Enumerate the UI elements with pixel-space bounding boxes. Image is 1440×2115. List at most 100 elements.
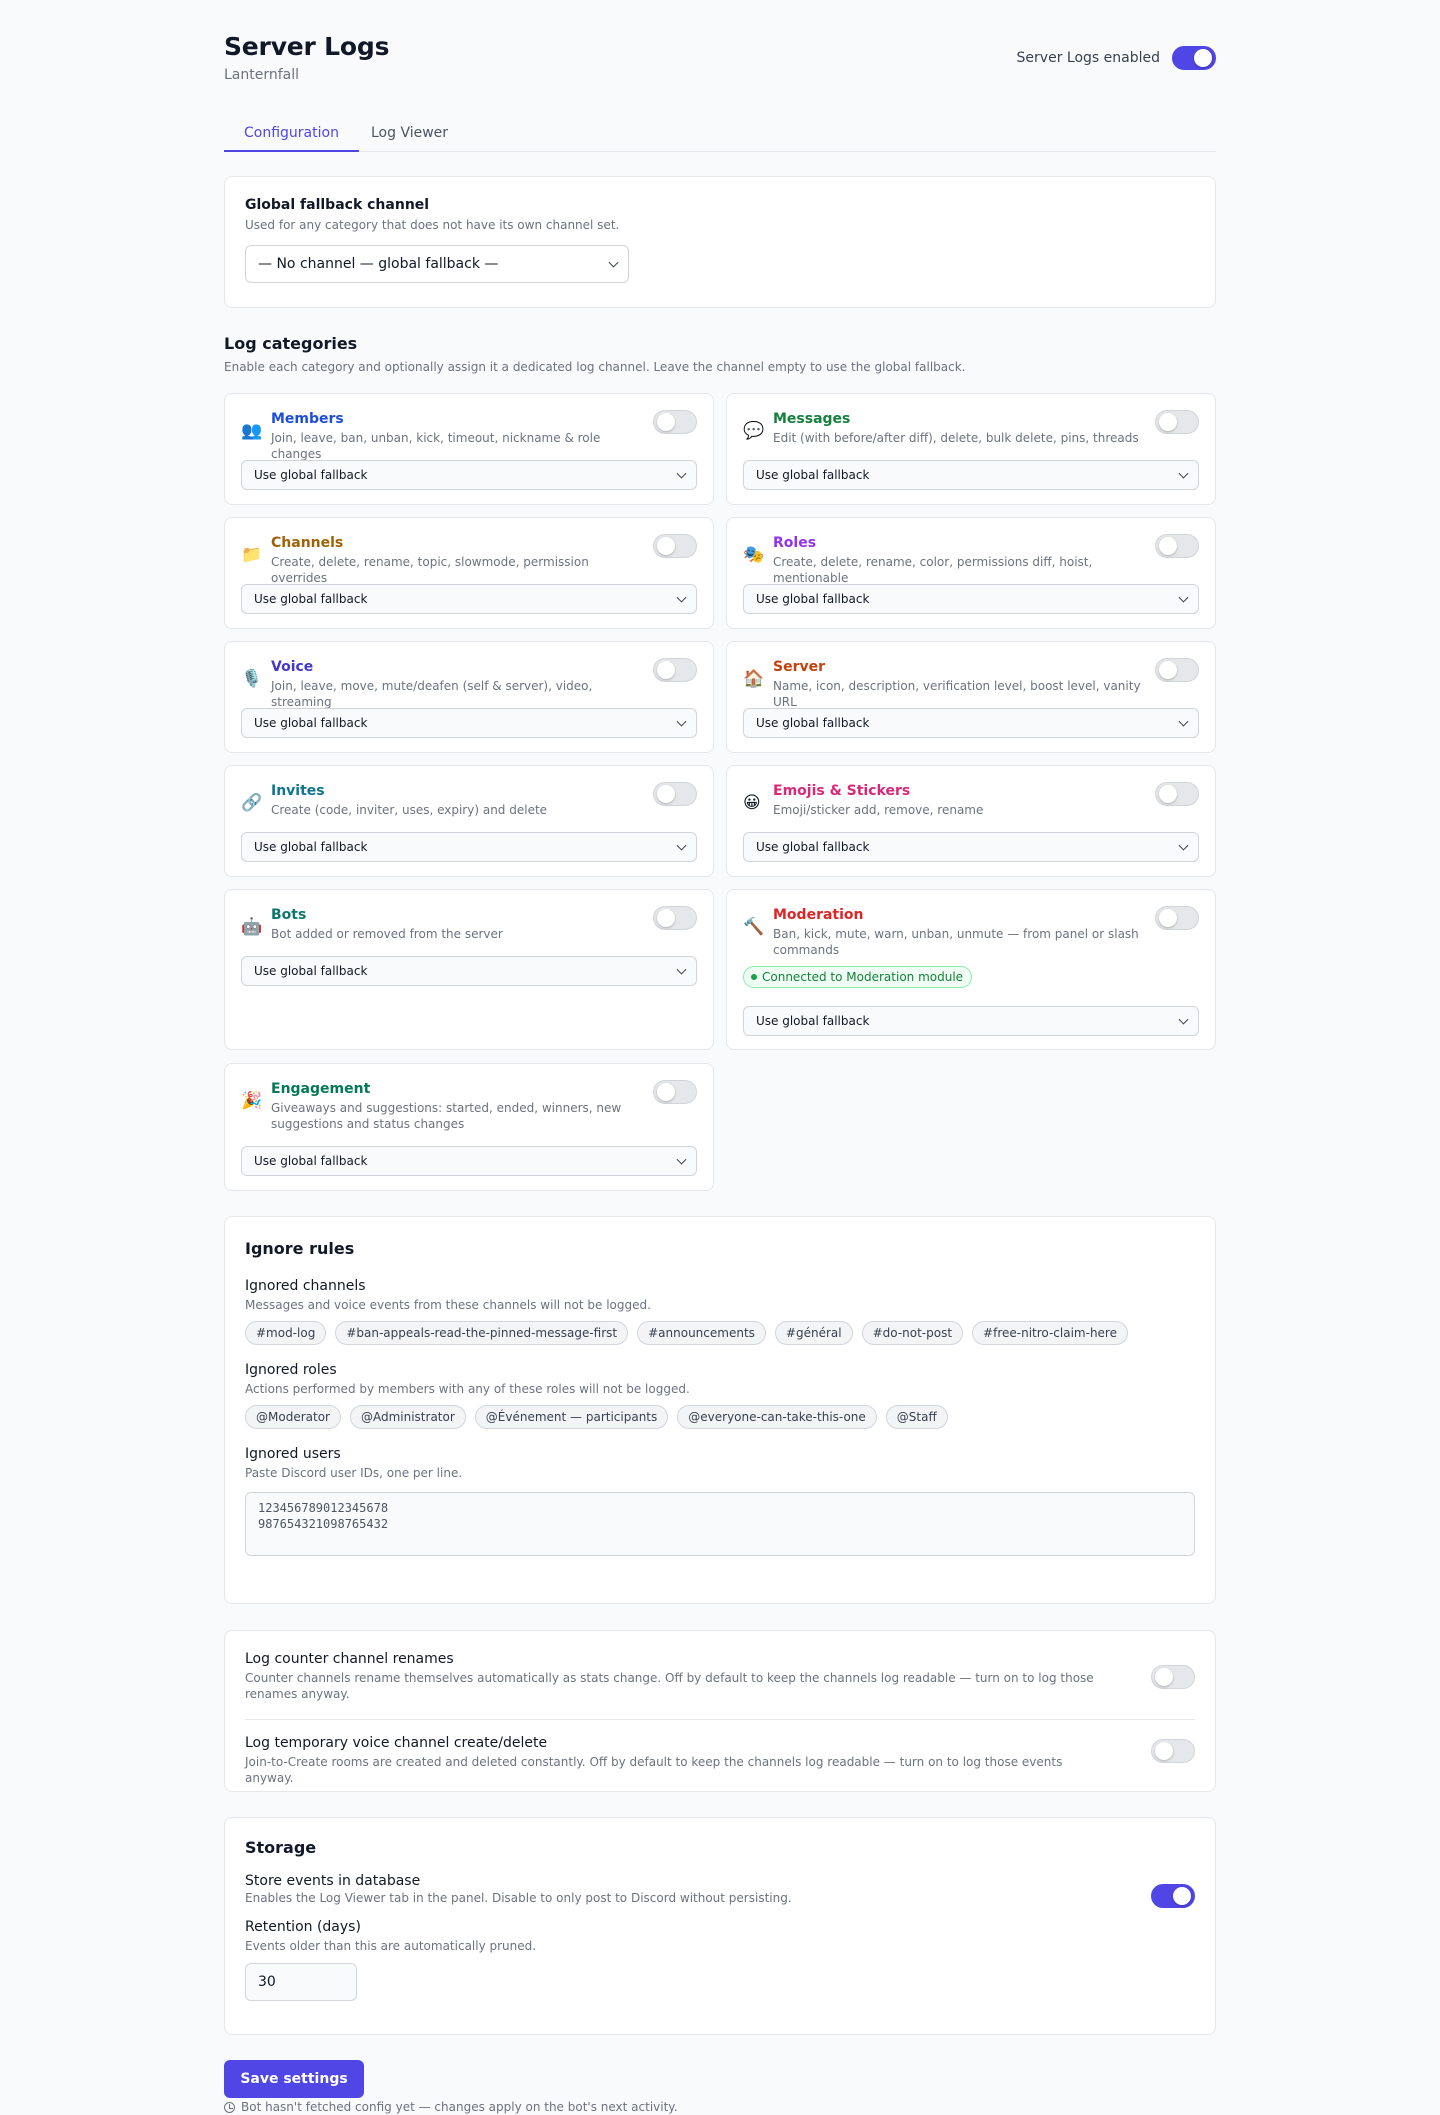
counter-renames-toggle[interactable] <box>1151 1665 1195 1689</box>
category-card-engagement: 🎉 Engagement Giveaways and suggestions: st… <box>224 1063 714 1191</box>
chevron-down-icon <box>676 592 687 603</box>
category-channel-value: Use global fallback <box>254 964 368 978</box>
category-channel-select-engagement[interactable]: Use global fallback <box>241 1146 697 1176</box>
store-events-title: Store events in database <box>245 1873 421 1889</box>
extra-options-card: Log counter channel renames Counter chan… <box>224 1630 1216 1792</box>
category-description: Emoji/sticker add, remove, rename <box>773 803 984 817</box>
category-channel-value: Use global fallback <box>254 592 368 606</box>
moderation-connected-badge: Connected to Moderation module <box>743 966 973 988</box>
ignored-role-chip[interactable]: @Moderator <box>245 1405 341 1429</box>
ignored-role-chip[interactable]: @Événement — participants <box>474 1405 669 1429</box>
category-channel-select-voice[interactable]: Use global fallback <box>241 708 697 738</box>
ignored-channels-title: Ignored channels <box>245 1278 366 1294</box>
category-toggle-invites[interactable] <box>653 782 697 806</box>
category-icon: 🎭 <box>743 545 765 565</box>
category-channel-value: Use global fallback <box>756 468 870 482</box>
ignored-channel-chip[interactable]: #free-nitro-claim-here <box>972 1321 1128 1345</box>
ignored-channel-chip[interactable]: #do-not-post <box>861 1321 964 1345</box>
store-events-toggle[interactable] <box>1151 1884 1195 1908</box>
ignored-channel-chip[interactable]: #général <box>774 1321 853 1345</box>
category-channel-select-channels[interactable]: Use global fallback <box>241 584 697 614</box>
category-channel-select-invites[interactable]: Use global fallback <box>241 832 697 862</box>
chevron-down-icon <box>676 1154 687 1165</box>
ignored-channel-chip[interactable]: #announcements <box>637 1321 766 1345</box>
category-channel-select-bots[interactable]: Use global fallback <box>241 956 697 986</box>
ignored-users-textarea[interactable]: 123456789012345678 987654321098765432 <box>245 1492 1195 1556</box>
ignored-users-description: Paste Discord user IDs, one per line. <box>245 1466 463 1480</box>
retention-description: Events older than this are automatically… <box>245 1939 537 1953</box>
category-toggle-server[interactable] <box>1155 658 1199 682</box>
page-title: Server Logs <box>224 32 390 61</box>
category-icon: 📁 <box>241 545 263 565</box>
ignore-rules-title: Ignore rules <box>245 1239 355 1258</box>
category-channel-select-messages[interactable]: Use global fallback <box>743 460 1199 490</box>
category-channel-select-emojis-stickers[interactable]: Use global fallback <box>743 832 1199 862</box>
log-categories-description: Enable each category and optionally assi… <box>224 360 966 374</box>
counter-renames-row: Log counter channel renames Counter chan… <box>245 1651 1195 1702</box>
category-toggle-emojis-stickers[interactable] <box>1155 782 1199 806</box>
category-name: Voice <box>271 659 314 675</box>
category-channel-select-members[interactable]: Use global fallback <box>241 460 697 490</box>
ignored-role-chip[interactable]: @Administrator <box>349 1405 466 1429</box>
ignored-users-title: Ignored users <box>245 1446 341 1462</box>
category-channel-value: Use global fallback <box>756 1014 870 1028</box>
toggle-knob <box>657 785 675 803</box>
toggle-knob <box>1159 661 1177 679</box>
category-channel-select-server[interactable]: Use global fallback <box>743 708 1199 738</box>
category-toggle-roles[interactable] <box>1155 534 1199 558</box>
toggle-knob <box>657 661 675 679</box>
tab-log-viewer[interactable]: Log Viewer <box>351 120 468 152</box>
category-channel-select-roles[interactable]: Use global fallback <box>743 584 1199 614</box>
chevron-down-icon <box>1178 716 1189 727</box>
ignored-role-chip[interactable]: @everyone-can-take-this-one <box>677 1405 877 1429</box>
category-toggle-members[interactable] <box>653 410 697 434</box>
toggle-knob <box>1194 49 1212 67</box>
category-toggle-channels[interactable] <box>653 534 697 558</box>
clock-icon <box>224 2101 235 2113</box>
category-card-voice: 🎙️ Voice Join, leave, move, mute/deafen (s… <box>224 641 714 753</box>
ignored-channel-chip[interactable]: #mod-log <box>245 1321 327 1345</box>
category-description: Create, delete, rename, topic, slowmode,… <box>271 555 589 585</box>
category-toggle-messages[interactable] <box>1155 410 1199 434</box>
category-name: Bots <box>271 907 307 923</box>
temp-voice-toggle[interactable] <box>1151 1739 1195 1763</box>
retention-title: Retention (days) <box>245 1919 361 1935</box>
category-description: Ban, kick, mute, warn, unban, unmute — f… <box>773 927 1139 957</box>
toggle-knob <box>657 1083 675 1101</box>
toggle-knob <box>1155 1742 1173 1760</box>
store-events-row: Store events in database Enables the Log… <box>245 1873 1195 1905</box>
category-toggle-engagement[interactable] <box>653 1080 697 1104</box>
ignore-rules-card: Ignore rules Ignored channels Messages a… <box>224 1216 1216 1604</box>
ignored-channel-chip[interactable]: #ban-appeals-read-the-pinned-message-fir… <box>335 1321 629 1345</box>
ignored-channels-description: Messages and voice events from these cha… <box>245 1298 651 1312</box>
category-card-channels: 📁 Channels Create, delete, rename, topic, … <box>224 517 714 629</box>
category-icon: 🎙️ <box>241 669 263 689</box>
category-name: Emojis & Stickers <box>773 783 911 799</box>
divider <box>245 1719 1195 1720</box>
category-name: Invites <box>271 783 325 799</box>
category-icon: 🔗 <box>241 793 263 813</box>
category-toggle-moderation[interactable] <box>1155 906 1199 930</box>
category-channel-value: Use global fallback <box>254 468 368 482</box>
retention-days-input[interactable]: 30 <box>245 1963 357 2001</box>
chevron-down-icon <box>608 257 619 268</box>
category-description: Create, delete, rename, color, permissio… <box>773 555 1093 585</box>
enable-switch-group: Server Logs enabled <box>1017 46 1216 70</box>
global-fallback-select[interactable]: — No channel — global fallback — <box>245 245 629 283</box>
category-channel-select-moderation[interactable]: Use global fallback <box>743 1006 1199 1036</box>
category-icon: 🔨 <box>743 917 765 937</box>
ignored-roles-section: Ignored roles Actions performed by membe… <box>245 1362 1195 1429</box>
category-toggle-voice[interactable] <box>653 658 697 682</box>
ignored-roles-list: @Moderator @Administrator @Événement — par… <box>245 1405 1195 1429</box>
ignored-role-chip[interactable]: @Staff <box>885 1405 948 1429</box>
global-fallback-value: — No channel — global fallback — <box>258 256 499 272</box>
save-settings-button[interactable]: Save settings <box>224 2060 364 2098</box>
category-card-server: 🏠 Server Name, icon, description, verifica… <box>726 641 1216 753</box>
page: Server Logs Lanternfall Server Logs enab… <box>224 0 1216 2114</box>
category-description: Bot added or removed from the server <box>271 927 503 941</box>
category-name: Members <box>271 411 344 427</box>
tab-configuration[interactable]: Configuration <box>224 120 359 152</box>
server-logs-enabled-toggle[interactable] <box>1172 46 1216 70</box>
category-toggle-bots[interactable] <box>653 906 697 930</box>
category-card-moderation: 🔨 Moderation Ban, kick, mute, warn, unban,… <box>726 889 1216 1050</box>
